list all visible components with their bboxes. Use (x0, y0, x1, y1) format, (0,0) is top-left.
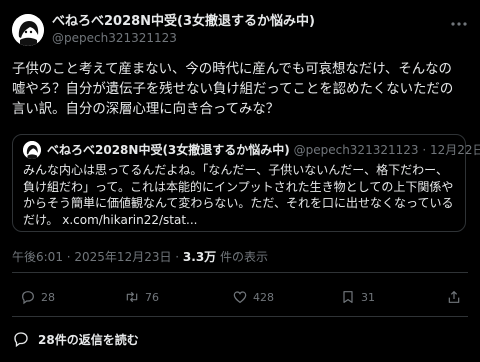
author-info: べねろべ2028N中受(3女撤退するか悩み中) @pepech321321123 (52, 14, 315, 46)
view-suffix: 件の表示 (216, 250, 269, 264)
heart-icon (233, 291, 247, 304)
like-button[interactable]: 428 (232, 288, 274, 306)
read-replies-button[interactable]: 28件の返信を読む (12, 326, 139, 352)
bookmark-count: 31 (361, 290, 375, 304)
author-handle[interactable]: @pepech321321123 (52, 30, 315, 46)
divider (12, 316, 468, 317)
quoted-header: べねろべ2028N中受(3女撤退するか悩み中) @pepech321321123… (47, 142, 480, 158)
quoted-text: みんな内心は思ってるんだよね。「なんだー、子供いないんだー、格下だわー、 負け組… (23, 163, 454, 227)
divider (12, 272, 468, 273)
read-replies-label: 28件の返信を読む (38, 332, 139, 347)
view-count: 3.3万 (182, 250, 217, 264)
more-dots-icon[interactable] (450, 16, 468, 30)
reply-button[interactable]: 28 (20, 288, 55, 306)
share-button[interactable] (446, 288, 462, 306)
reply-icon (22, 291, 34, 305)
retweet-icon (126, 291, 138, 303)
reply-count: 28 (41, 290, 55, 304)
bookmark-icon (343, 291, 353, 303)
tweet: べねろべ2028N中受(3女撤退するか悩み中) @pepech321321123… (0, 0, 480, 362)
share-icon (448, 291, 460, 303)
bookmark-button[interactable]: 31 (340, 288, 375, 306)
quoted-tweet[interactable]: べねろべ2028N中受(3女撤退するか悩み中) @pepech321321123… (12, 134, 480, 232)
quoted-author-avatar (23, 141, 41, 159)
quoted-display-name: べねろべ2028N中受(3女撤退するか悩み中) (47, 143, 290, 157)
like-count: 428 (253, 290, 274, 304)
author-avatar[interactable] (12, 14, 44, 46)
tweet-text: 子供のこと考えて産まない、今の時代に産んでも可哀想なだけ、そんなの 嘘やろ？自分… (12, 62, 454, 117)
chat-bubble-icon (14, 332, 28, 348)
quoted-handle-date: @pepech321321123 · 12月22日 (293, 143, 480, 157)
retweet-count: 76 (145, 290, 159, 304)
author-display-name[interactable]: べねろべ2028N中受(3女撤退するか悩み中) (52, 14, 315, 30)
timestamp-date[interactable]: 午後6:01 · 2025年12月23日 · (12, 250, 183, 264)
tweet-timestamp: 午後6:01 · 2025年12月23日 · 3.3万 件の表示 (12, 248, 268, 265)
retweet-button[interactable]: 76 (124, 288, 159, 306)
